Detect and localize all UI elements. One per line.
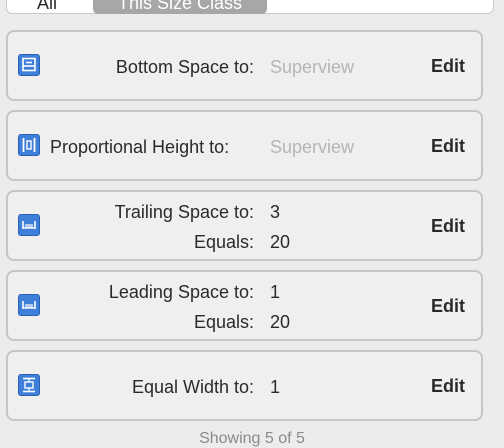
segment-all[interactable]: All	[37, 0, 57, 13]
edit-button[interactable]: Edit	[431, 376, 465, 397]
constraint-label: Proportional Height to:	[50, 137, 230, 157]
edit-button[interactable]: Edit	[431, 296, 465, 317]
edit-button[interactable]: Edit	[431, 216, 465, 237]
leading-space-icon	[18, 294, 40, 316]
proportional-height-icon	[18, 134, 40, 156]
showing-count: Showing 5 of 5	[199, 430, 305, 447]
equal-width-icon	[18, 374, 40, 396]
constraint-value: 1	[270, 282, 281, 302]
equals-value: 20	[270, 312, 291, 332]
constraint-value: Superview	[270, 137, 355, 157]
constraint-label: Bottom Space to:	[115, 57, 254, 77]
edit-button[interactable]: Edit	[431, 56, 465, 77]
segment-this-size-class[interactable]: This Size Class	[93, 0, 267, 14]
equals-value: 20	[270, 232, 291, 252]
edit-button[interactable]: Edit	[431, 136, 465, 157]
constraint-value: 3	[270, 202, 281, 222]
bottom-space-icon	[18, 54, 40, 76]
constraint-label: Leading Space to:	[108, 282, 254, 302]
constraint-value: Superview	[270, 57, 355, 77]
constraint-value: 1	[270, 377, 281, 397]
size-class-segmented-control: All This Size Class	[6, 0, 494, 14]
equals-label: Equals:	[193, 232, 254, 252]
constraint-label: Trailing Space to:	[114, 202, 254, 222]
constraint-label: Equal Width to:	[131, 377, 254, 397]
constraint-bottom-space: Bottom Space to: Superview Edit	[6, 30, 483, 101]
constraint-leading-space: Leading Space to: 1 Equals: 20 Edit	[6, 270, 483, 341]
constraint-trailing-space: Trailing Space to: 3 Equals: 20 Edit	[6, 190, 483, 261]
trailing-space-icon	[18, 214, 40, 236]
equals-label: Equals:	[193, 312, 254, 332]
constraint-equal-width: Equal Width to: 1 Edit	[6, 350, 483, 421]
constraint-proportional-height: Proportional Height to: Superview Edit	[6, 110, 483, 181]
